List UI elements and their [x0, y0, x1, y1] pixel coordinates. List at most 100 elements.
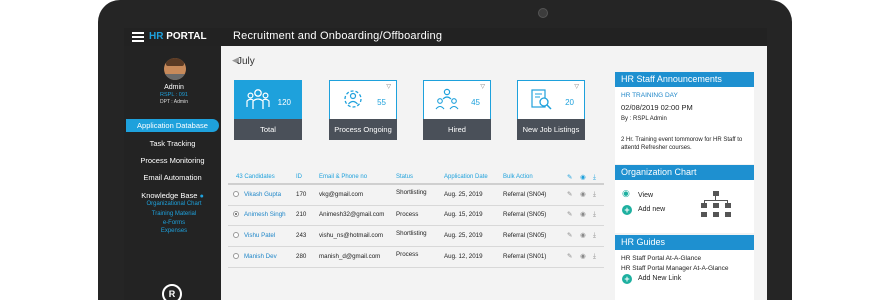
col-bulk-action[interactable]: Bulk Action	[503, 174, 533, 180]
sidebar-sub-training[interactable]: Training Material	[124, 211, 224, 217]
sidebar-item-process-monitoring[interactable]: Process Monitoring	[124, 156, 221, 165]
card-count: 55	[377, 98, 386, 107]
application-date: Aug. 25, 2019	[444, 191, 483, 198]
hired-team-icon	[435, 88, 459, 110]
col-date[interactable]: Application Date	[444, 174, 488, 180]
announcement-title[interactable]: HR TRAINING DAY	[621, 92, 678, 99]
download-icon[interactable]: ⤓	[593, 231, 596, 240]
user-name: Admin	[164, 84, 184, 91]
table-header: 43 Candidates ID Email & Phone no Status…	[228, 171, 604, 184]
card-count: 20	[565, 98, 574, 107]
expanded-dot-icon: ●	[199, 193, 204, 200]
sidebar: Admin RSPL : 091 DPT : Admin Application…	[124, 46, 221, 300]
org-view-link[interactable]: View	[638, 192, 653, 199]
candidate-id: 243	[296, 232, 307, 239]
bulk-action: Referral (SN05)	[503, 211, 547, 218]
candidate-status: Shortlisting	[396, 189, 427, 196]
table-row[interactable]: Vikash Gupta 170 vkg@gmail.com Shortlist…	[228, 184, 604, 206]
edit-icon[interactable]: ✎	[567, 231, 572, 239]
sidebar-item-application-database[interactable]: Application Database	[126, 119, 219, 132]
row-radio[interactable]	[233, 232, 239, 238]
bulk-action: Referral (SN04)	[503, 191, 547, 198]
card-new-job-listings[interactable]: ▽ 20 New Job Listings	[517, 80, 585, 140]
candidate-id: 210	[296, 211, 307, 218]
candidate-id: 170	[296, 191, 307, 198]
avatar[interactable]	[164, 58, 186, 80]
row-radio[interactable]	[233, 253, 239, 259]
bulk-action: Referral (SN05)	[503, 232, 547, 239]
candidate-email: Animesh32@gmail.com	[319, 211, 385, 218]
col-email[interactable]: Email & Phone no	[319, 174, 367, 180]
page-title: Recruitment and Onboarding/Offboarding	[233, 30, 443, 42]
filter-icon[interactable]: ▽	[386, 83, 391, 90]
card-label: Process Ongoing	[329, 119, 397, 140]
sidebar-item-task-tracking[interactable]: Task Tracking	[124, 139, 221, 148]
candidate-name[interactable]: Vikash Gupta	[244, 191, 281, 198]
edit-icon[interactable]: ✎	[567, 210, 572, 218]
view-icon[interactable]: ◉	[580, 252, 586, 260]
sidebar-item-email-automation[interactable]: Email Automation	[124, 173, 221, 182]
guide-link-manager[interactable]: HR Staff Portal Manager At-A-Glance	[621, 265, 729, 272]
filter-icon[interactable]: ▽	[574, 83, 579, 90]
candidate-email: manish_d@gmail.com	[319, 253, 381, 260]
view-eye-icon[interactable]: ◉	[622, 189, 630, 199]
filter-icon[interactable]: ▽	[480, 83, 485, 90]
download-all-icon[interactable]: ⤓	[593, 173, 596, 182]
download-icon[interactable]: ⤓	[593, 190, 596, 199]
card-process-ongoing[interactable]: ▽ 55 Process Ongoing	[329, 80, 397, 140]
card-count: 45	[471, 98, 480, 107]
edit-icon[interactable]: ✎	[567, 190, 572, 198]
org-add-link[interactable]: Add new	[638, 206, 665, 213]
view-all-icon[interactable]: ◉	[580, 173, 586, 181]
candidate-id: 280	[296, 253, 307, 260]
webcam	[538, 8, 548, 18]
guide-link-glance[interactable]: HR Staff Portal At-A-Glance	[621, 255, 701, 262]
process-gear-icon	[344, 90, 362, 108]
announcements-panel: HR Staff Announcements HR TRAINING DAY 0…	[615, 72, 754, 164]
announcement-date: 02/08/2019 02:00 PM	[621, 103, 693, 112]
add-plus-icon[interactable]: +	[622, 205, 632, 215]
card-hired[interactable]: ▽ 45 Hired	[423, 80, 491, 140]
col-candidates[interactable]: 43 Candidates	[236, 174, 275, 180]
row-radio[interactable]	[233, 211, 239, 217]
candidate-status: Shortlisting	[396, 230, 427, 237]
edit-icon[interactable]: ✎	[567, 252, 572, 260]
application-date: Aug. 15, 2019	[444, 211, 483, 218]
view-icon[interactable]: ◉	[580, 190, 586, 198]
edit-all-icon[interactable]: ✎	[567, 173, 572, 181]
table-row[interactable]: Vishu Patel 243 vishu_ns@hotmail.com Sho…	[228, 226, 604, 247]
col-status[interactable]: Status	[396, 174, 413, 180]
user-dept: DPT : Admin	[160, 99, 188, 105]
sidebar-item-knowledge-base[interactable]: Knowledge Base ●	[124, 191, 221, 200]
view-icon[interactable]: ◉	[580, 210, 586, 218]
hamburger-menu-icon[interactable]	[132, 32, 144, 42]
candidate-email: vkg@gmail.com	[319, 191, 364, 198]
card-total[interactable]: 120 Total	[234, 80, 302, 140]
table-row[interactable]: Animesh Singh 210 Animesh32@gmail.com Pr…	[228, 205, 604, 226]
table-row[interactable]: Manish Dev 280 manish_d@gmail.com Proces…	[228, 247, 604, 268]
add-new-link[interactable]: Add New Link	[638, 275, 681, 282]
candidate-name[interactable]: Manish Dev	[244, 253, 277, 260]
announcement-author: By : RSPL Admin	[621, 116, 667, 122]
org-chart-panel: Organization Chart ◉ View + Add new	[615, 165, 754, 233]
add-link-plus-icon[interactable]: +	[622, 274, 632, 284]
card-count: 120	[277, 98, 291, 107]
app-screen: HR PORTAL Recruitment and Onboarding/Off…	[124, 28, 767, 300]
application-date: Aug. 25, 2019	[444, 232, 483, 239]
view-icon[interactable]: ◉	[580, 231, 586, 239]
company-logo-icon: R	[162, 284, 182, 300]
col-id[interactable]: ID	[296, 174, 302, 180]
row-radio[interactable]	[233, 191, 239, 197]
candidate-name[interactable]: Vishu Patel	[244, 232, 275, 239]
sidebar-sub-org-chart[interactable]: Organizational Chart	[124, 201, 224, 207]
group-icon	[246, 89, 270, 109]
hr-guides-header: HR Guides	[615, 235, 754, 250]
download-icon[interactable]: ⤓	[593, 252, 596, 261]
sidebar-sub-eforms[interactable]: e-Forms	[124, 220, 224, 226]
download-icon[interactable]: ⤓	[593, 210, 596, 219]
top-bar: HR PORTAL Recruitment and Onboarding/Off…	[124, 28, 767, 46]
sidebar-sub-expenses[interactable]: Expenses	[124, 228, 224, 234]
candidate-name[interactable]: Animesh Singh	[244, 211, 286, 218]
brand-logo[interactable]: HR PORTAL	[149, 31, 207, 42]
announcements-header: HR Staff Announcements	[615, 72, 754, 87]
